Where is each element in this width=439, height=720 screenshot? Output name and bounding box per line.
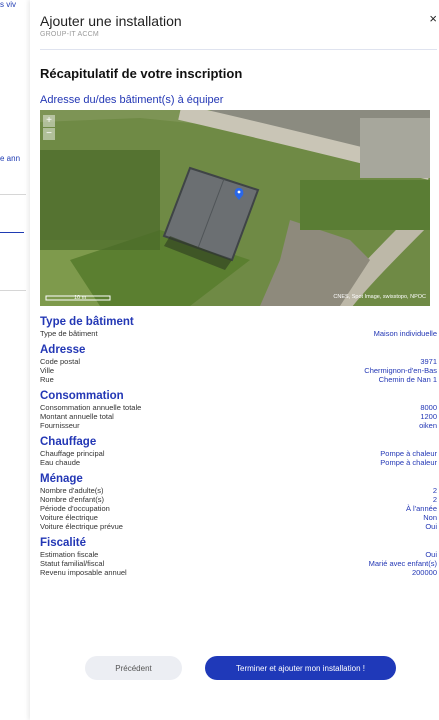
row-value: Oui: [425, 522, 437, 531]
section-title: Chauffage: [40, 436, 97, 448]
row-label: Eau chaude: [40, 458, 81, 467]
row-label: Code postal: [40, 357, 81, 366]
zoom-in-button[interactable]: +: [43, 115, 55, 127]
row-label: Période d'occupation: [40, 504, 110, 513]
row-value: Chemin de Nan 1: [378, 375, 437, 384]
section-fiscalite: Fiscalité Estimation fiscale Oui Statut f…: [40, 537, 437, 577]
map-scale-label: 10 m: [74, 295, 87, 301]
modal-title: Ajouter une installation: [40, 13, 182, 29]
row-label: Fournisseur: [40, 421, 80, 430]
previous-button[interactable]: Précédent: [85, 656, 182, 680]
row-value: À l'année: [405, 504, 437, 513]
background-text-top: s viv: [0, 0, 16, 9]
row-label: Montant annuelle total: [40, 412, 114, 421]
summary-row: Consommation annuelle totale 8000: [40, 403, 437, 412]
aerial-map-imagery: [40, 110, 430, 306]
section-consommation: Consommation Consommation annuelle total…: [40, 390, 437, 430]
section-title: Fiscalité: [40, 537, 87, 549]
summary-row: Montant annuelle total 1200: [40, 412, 437, 421]
row-label: Revenu imposable annuel: [40, 568, 127, 577]
section-chauffage: Chauffage Chauffage principal Pompe à cha…: [40, 436, 437, 467]
header-divider: [40, 49, 437, 50]
modal-subtitle: GROUP-IT ACCM: [40, 31, 99, 38]
summary-row: Revenu imposable annuel 200000: [40, 568, 437, 577]
summary-row: Statut familial/fiscal Marié avec enfant(…: [40, 559, 437, 568]
modal-header: Ajouter une installation GROUP-IT ACCM ×: [30, 0, 439, 52]
map-section-title: Adresse du/des bâtiment(s) à équiper: [40, 94, 224, 106]
section-type-batiment: Type de bâtiment Type de bâtiment Maison …: [40, 316, 437, 338]
row-value: 8000: [420, 403, 437, 412]
row-value: 1200: [420, 412, 437, 421]
map-attribution: CNES, Spot Image, swisstopo, NPOC: [333, 294, 426, 300]
row-label: Nombre d'enfant(s): [40, 495, 104, 504]
row-value: Maison individuelle: [373, 329, 437, 338]
summary-title: Récapitulatif de votre inscription: [40, 66, 243, 81]
row-label: Rue: [40, 375, 54, 384]
row-label: Estimation fiscale: [40, 550, 99, 559]
background-divider: [0, 290, 26, 291]
zoom-out-button[interactable]: −: [43, 128, 55, 140]
row-value: Oui: [425, 550, 437, 559]
add-installation-modal: Ajouter une installation GROUP-IT ACCM ×…: [30, 0, 439, 720]
section-adresse: Adresse Code postal 3971 Ville Chermignon-…: [40, 344, 437, 384]
aerial-map[interactable]: + − 10 m CNES, Spot Image, swisstopo, NP…: [40, 110, 430, 306]
row-label: Ville: [40, 366, 55, 375]
summary-row: Période d'occupation À l'année: [40, 504, 437, 513]
summary-row: Voiture électrique Non: [40, 513, 437, 522]
row-value: Pompe à chaleur: [380, 449, 437, 458]
background-page: s viv e ann: [0, 0, 30, 720]
row-value: oiken: [419, 421, 437, 430]
row-value: Marié avec enfant(s): [368, 559, 437, 568]
summary-row: Estimation fiscale Oui: [40, 550, 437, 559]
summary-row: Nombre d'enfant(s) 2: [40, 495, 437, 504]
row-value: 2: [432, 495, 437, 504]
close-icon[interactable]: ×: [429, 11, 437, 26]
summary-row: Rue Chemin de Nan 1: [40, 375, 437, 384]
background-divider-accent: [0, 232, 24, 233]
row-value: 200000: [411, 568, 437, 577]
row-value: Chermignon-d'en-Bas: [364, 366, 437, 375]
background-text-mid: e ann: [0, 154, 21, 163]
summary-row: Code postal 3971: [40, 357, 437, 366]
row-label: Nombre d'adulte(s): [40, 486, 104, 495]
row-label: Chauffage principal: [40, 449, 105, 458]
modal-content: Récapitulatif de votre inscription Adres…: [40, 66, 437, 577]
row-value: 2: [432, 486, 437, 495]
section-title: Type de bâtiment: [40, 316, 134, 328]
row-value: Non: [423, 513, 437, 522]
summary-row: Chauffage principal Pompe à chaleur: [40, 449, 437, 458]
summary-row: Eau chaude Pompe à chaleur: [40, 458, 437, 467]
summary-row: Fournisseur oiken: [40, 421, 437, 430]
summary-row: Voiture électrique prévue Oui: [40, 522, 437, 531]
section-menage: Ménage Nombre d'adulte(s) 2 Nombre d'enfa…: [40, 473, 437, 531]
row-label: Voiture électrique prévue: [40, 522, 123, 531]
row-label: Statut familial/fiscal: [40, 559, 105, 568]
summary-sections: Type de bâtiment Type de bâtiment Maison …: [40, 316, 437, 577]
row-label: Voiture électrique: [40, 513, 98, 522]
summary-row: Ville Chermignon-d'en-Bas: [40, 366, 437, 375]
row-value: 3971: [420, 357, 437, 366]
background-divider: [0, 194, 26, 195]
section-title: Ménage: [40, 473, 83, 485]
section-title: Consommation: [40, 390, 124, 402]
finish-add-installation-button[interactable]: Terminer et ajouter mon installation !: [205, 656, 396, 680]
summary-row: Nombre d'adulte(s) 2: [40, 486, 437, 495]
section-title: Adresse: [40, 344, 86, 356]
summary-row: Type de bâtiment Maison individuelle: [40, 329, 437, 338]
row-label: Type de bâtiment: [40, 329, 98, 338]
row-value: Pompe à chaleur: [380, 458, 437, 467]
row-label: Consommation annuelle totale: [40, 403, 142, 412]
